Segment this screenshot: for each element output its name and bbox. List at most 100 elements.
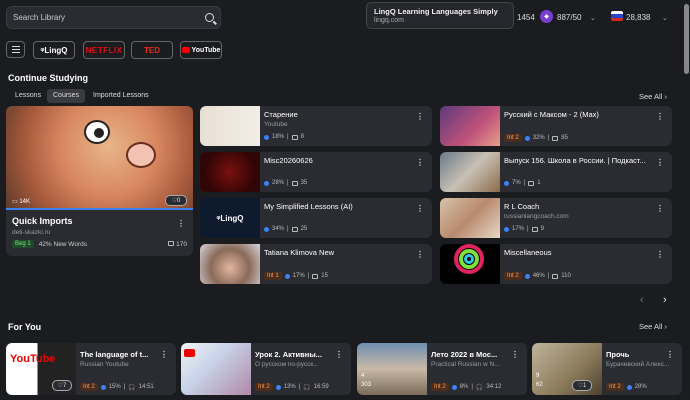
featured-title: Quick Imports <box>12 216 73 226</box>
lesson-source: Practical Russian w N... <box>431 361 500 368</box>
search-icon[interactable] <box>205 13 214 22</box>
course-card[interactable]: Misc20260626 28% | 35 ⋮ <box>200 152 432 192</box>
like-button[interactable]: ♡ 7 <box>52 380 72 391</box>
course-card[interactable]: Tatiana Klimova New Int 1 17% | 15 ⋮ <box>200 244 432 284</box>
see-all-continue[interactable]: See All › <box>639 92 667 101</box>
tab-lessons[interactable]: Lessons <box>9 89 47 103</box>
coins-count[interactable]: 887/50 <box>557 13 581 22</box>
tab-courses[interactable]: Courses <box>47 89 86 103</box>
progress-dot-icon <box>264 134 269 140</box>
progress-dot-icon <box>504 180 509 186</box>
level-badge: Int 2 <box>431 383 449 391</box>
lesson-source: Бурачевский Алекс... <box>606 361 670 368</box>
more-options-icon[interactable]: ⋮ <box>335 350 343 359</box>
featured-course-card[interactable]: ▭ 14K ♡ 0 Quick Imports deti-skazki.ru ⋮… <box>6 106 193 256</box>
lesson-stat: 83 <box>10 373 17 379</box>
course-title: Старение <box>264 110 298 119</box>
provider-lingq[interactable]: ᵠ LingQ <box>33 41 75 59</box>
course-title: Русский с Максом - 2 (Max) <box>504 110 599 119</box>
tab-imported-lessons[interactable]: Imported Lessons <box>87 89 155 103</box>
streak-count: 1454 <box>517 13 535 22</box>
lesson-card[interactable]: 4 303 Лето 2022 в Мос... Practical Russi… <box>357 343 527 395</box>
site-tooltip: LingQ Learning Languages Simply lingq.co… <box>366 2 514 29</box>
chevron-down-icon[interactable]: ⌄ <box>590 14 596 22</box>
chevron-down-icon[interactable]: ⌄ <box>662 14 668 22</box>
provider-label: YouTube <box>191 46 221 54</box>
course-card[interactable]: Выпуск 156. Школа в России. | Подкаст...… <box>440 152 672 192</box>
provider-label: LingQ <box>44 45 68 55</box>
lesson-stat: 4 <box>361 373 365 379</box>
provider-label: NETFLIX <box>85 45 123 55</box>
level-badge: Int 2 <box>606 383 624 391</box>
lesson-source: Russian Youtube <box>80 361 129 368</box>
more-options-icon[interactable]: ⋮ <box>416 250 424 259</box>
level-badge: Int 2 <box>504 272 522 280</box>
course-thumbnail <box>440 198 500 238</box>
more-options-icon[interactable]: ⋮ <box>416 112 424 121</box>
course-title: Miscellaneous <box>504 248 552 257</box>
more-options-icon[interactable]: ⋮ <box>656 112 664 121</box>
headphones-icon: 🎧 <box>128 384 136 391</box>
book-icon <box>552 273 559 279</box>
more-options-icon[interactable]: ⋮ <box>177 219 185 228</box>
more-options-icon[interactable]: ⋮ <box>656 204 664 213</box>
course-title: Tatiana Klimova New <box>264 248 335 257</box>
course-thumbnail <box>200 106 260 146</box>
more-options-icon[interactable]: ⋮ <box>416 158 424 167</box>
provider-youtube[interactable]: YouTube <box>180 41 222 59</box>
search-input[interactable]: Search Library <box>13 13 205 22</box>
course-thumbnail <box>200 244 260 284</box>
scrollbar[interactable] <box>684 4 689 74</box>
lesson-card[interactable]: YouTube 83 604 ♡ 7 The language of t... R… <box>6 343 176 395</box>
provider-label: TED <box>144 45 160 55</box>
known-words-count[interactable]: 28,838 <box>626 13 650 22</box>
course-card[interactable]: Miscellaneous Int 2 46% | 110 ⋮ <box>440 244 672 284</box>
course-title: Выпуск 156. Школа в России. | Подкаст... <box>504 156 646 165</box>
book-icon <box>291 226 298 232</box>
russian-flag-icon[interactable] <box>611 11 623 21</box>
book-icon <box>552 135 559 141</box>
level-badge: Int 2 <box>255 383 273 391</box>
lesson-card[interactable]: Урок 2. Активны... О русском по-русск...… <box>181 343 351 395</box>
see-all-foryou[interactable]: See All › <box>639 322 667 331</box>
lesson-title: Лето 2022 в Мос... <box>431 350 498 359</box>
like-button[interactable]: ♡ 0 <box>165 195 187 206</box>
course-card[interactable]: Старение Youtube 18% | 8 ⋮ <box>200 106 432 146</box>
coin-icon[interactable]: ◆ <box>540 10 553 23</box>
more-options-icon[interactable]: ⋮ <box>416 204 424 213</box>
progress-dot-icon <box>504 226 509 232</box>
more-options-icon[interactable]: ⋮ <box>160 350 168 359</box>
course-card[interactable]: ᵠLingQ My Simplified Lessons (AI) 34% | 25… <box>200 198 432 238</box>
course-card[interactable]: Русский с Максом - 2 (Max) Int 2 32% | 85 ⋮ <box>440 106 672 146</box>
progress-dot-icon <box>524 273 530 279</box>
more-options-icon[interactable]: ⋮ <box>656 250 664 259</box>
course-card[interactable]: R L Coach russianlangcoach.com 17% | 9 ⋮ <box>440 198 672 238</box>
lessons-count: 170 <box>168 241 187 248</box>
progress-dot-icon <box>100 384 106 390</box>
section-title-continue: Continue Studying <box>8 73 88 83</box>
provider-netflix[interactable]: NETFLIX <box>83 41 125 59</box>
next-arrow-icon[interactable]: › <box>663 294 667 306</box>
more-options-icon[interactable]: ⋮ <box>666 350 674 359</box>
views-count: ▭ 14K <box>12 199 31 205</box>
search-bar[interactable]: Search Library <box>6 6 221 29</box>
more-options-icon[interactable]: ⋮ <box>656 158 664 167</box>
youtube-logo-icon <box>181 47 190 53</box>
like-button[interactable]: ♡ 1 <box>572 380 592 391</box>
progress-dot-icon <box>284 273 290 279</box>
filter-menu-button[interactable] <box>6 41 25 58</box>
new-words-stat: 42% New Words <box>38 240 87 248</box>
progress-dot-icon <box>524 135 530 141</box>
lesson-card[interactable]: 9 62 ♡ 1 Прочь Бурачевский Алекс... ⋮ Int… <box>532 343 682 395</box>
progress-dot-icon <box>264 180 269 186</box>
book-icon <box>531 226 538 232</box>
more-options-icon[interactable]: ⋮ <box>511 350 519 359</box>
featured-source: deti-skazki.ru <box>12 229 51 236</box>
prev-arrow-icon[interactable]: ‹ <box>640 294 644 306</box>
course-source: Youtube <box>264 121 288 128</box>
progress-dot-icon <box>275 384 281 390</box>
progress-dot-icon <box>264 226 269 232</box>
book-icon <box>312 273 319 279</box>
provider-ted[interactable]: TED <box>131 41 173 59</box>
book-icon <box>291 134 298 140</box>
